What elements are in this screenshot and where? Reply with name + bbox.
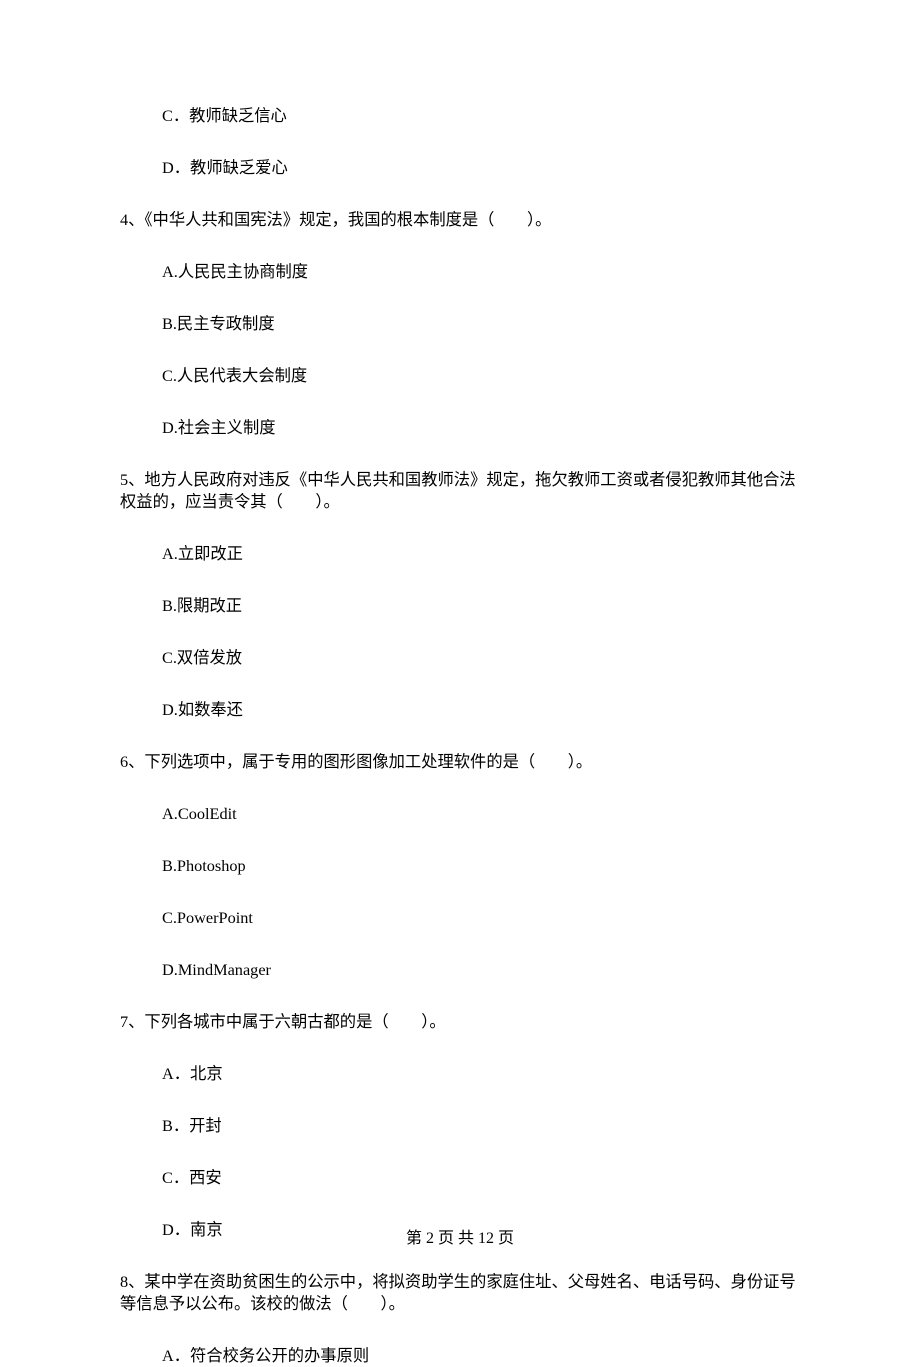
q4-stem: 4、《中华人共和国宪法》规定，我国的根本制度是（ ）。 — [120, 209, 800, 231]
q6-stem: 6、下列选项中，属于专用的图形图像加工处理软件的是（ ）。 — [120, 751, 800, 773]
q8-option-a: A．符合校务公开的办事原则 — [162, 1345, 800, 1367]
q5-option-b: B.限期改正 — [162, 595, 800, 617]
q5-option-c: C.双倍发放 — [162, 647, 800, 669]
q7-option-a: A．北京 — [162, 1063, 800, 1085]
q4-option-c: C.人民代表大会制度 — [162, 365, 800, 387]
q6-option-d: D.MindManager — [162, 959, 800, 981]
q7-stem: 7、下列各城市中属于六朝古都的是（ ）。 — [120, 1011, 800, 1033]
q5-option-d: D.如数奉还 — [162, 699, 800, 721]
q6-option-c: C.PowerPoint — [162, 907, 800, 929]
q6-option-b: B.Photoshop — [162, 855, 800, 877]
q5-stem: 5、地方人民政府对违反《中华人民共和国教师法》规定，拖欠教师工资或者侵犯教师其他… — [120, 469, 800, 513]
q6-option-a: A.CoolEdit — [162, 803, 800, 825]
q5-option-a: A.立即改正 — [162, 543, 800, 565]
q3-option-d: D．教师缺乏爱心 — [162, 157, 800, 179]
q7-option-b: B．开封 — [162, 1115, 800, 1137]
q4-option-d: D.社会主义制度 — [162, 417, 800, 439]
q4-option-a: A.人民民主协商制度 — [162, 261, 800, 283]
page-footer: 第 2 页 共 12 页 — [0, 1224, 920, 1248]
q8-stem: 8、某中学在资助贫困生的公示中，将拟资助学生的家庭住址、父母姓名、电话号码、身份… — [120, 1271, 800, 1315]
q7-option-c: C．西安 — [162, 1167, 800, 1189]
q4-option-b: B.民主专政制度 — [162, 313, 800, 335]
q3-option-c: C．教师缺乏信心 — [162, 105, 800, 127]
page-content: C．教师缺乏信心 D．教师缺乏爱心 4、《中华人共和国宪法》规定，我国的根本制度… — [120, 105, 800, 1367]
